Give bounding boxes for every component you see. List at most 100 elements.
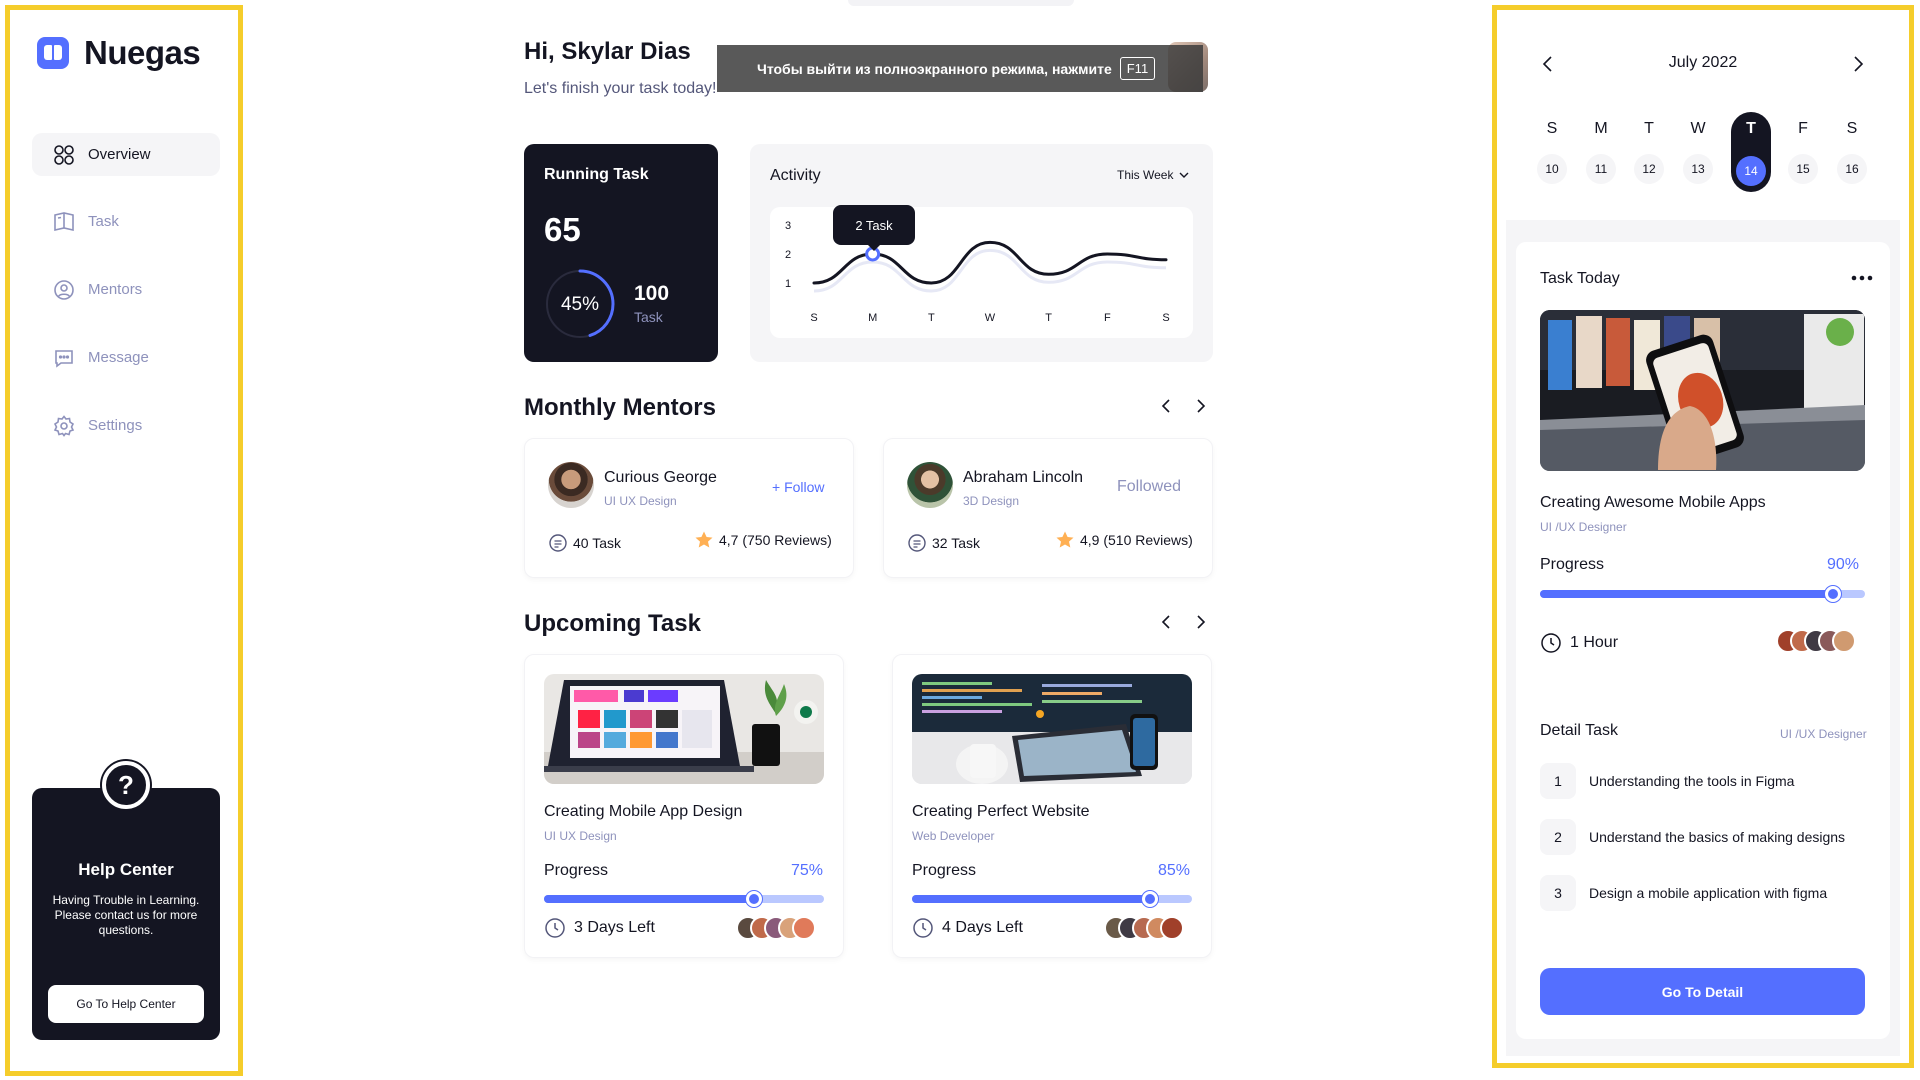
task-role: Web Developer [912, 829, 995, 843]
book-icon [54, 211, 74, 231]
step-number: 1 [1540, 763, 1576, 799]
mentor-task-label: 32 Task [932, 535, 980, 551]
assignee-avatars [1104, 916, 1194, 942]
detail-task-title: Detail Task [1540, 722, 1618, 739]
running-task-total: 100 [634, 282, 670, 305]
progress-bar-fill [912, 895, 1150, 903]
calendar-month: July 2022 [1668, 54, 1738, 71]
go-to-help-center-button[interactable]: Go To Help Center [48, 985, 204, 1023]
help-description: Having Trouble in Learning. Please conta… [52, 893, 200, 937]
y-tick-label: 3 [785, 220, 791, 232]
mentor-name: Abraham Lincoln [963, 469, 1084, 486]
avatar [792, 916, 816, 940]
mentor-rating: 4,7 (750 Reviews) [694, 530, 832, 550]
activity-filter-label: This Week [1117, 168, 1174, 182]
weekday-label: W [1690, 120, 1706, 137]
step-text: Understanding the tools in Figma [1589, 773, 1795, 789]
mentors-prev-arrow-icon[interactable] [1156, 395, 1178, 417]
upcoming-next-arrow-icon[interactable] [1189, 611, 1211, 633]
task-thumbnail [912, 674, 1192, 784]
calendar-day[interactable]: 11 [1586, 154, 1616, 184]
mentor-name: Curious George [604, 469, 717, 486]
x-tick-label: S [1162, 312, 1169, 324]
running-task-count: 65 [544, 211, 581, 248]
sidebar-item-message[interactable]: Message [32, 336, 220, 379]
sidebar-item-label: Settings [88, 417, 143, 434]
x-tick-label: F [1104, 312, 1111, 324]
task-today-name: Creating Awesome Mobile Apps [1540, 494, 1766, 511]
sidebar-item-label: Message [88, 349, 149, 366]
upcoming-prev-arrow-icon[interactable] [1156, 611, 1178, 633]
task-thumbnail [544, 674, 824, 784]
calendar-next-icon[interactable] [1848, 52, 1868, 76]
activity-filter-dropdown[interactable]: This Week [1117, 168, 1189, 182]
step-number: 3 [1540, 875, 1576, 911]
followed-button[interactable]: Followed [1117, 478, 1181, 496]
x-tick-label: T [928, 312, 935, 324]
mentors-section-title: Monthly Mentors [524, 394, 716, 421]
time-left-label: 1 Hour [1570, 634, 1619, 651]
activity-tooltip: 2 Task [833, 205, 915, 251]
weekday-label-selected: T [1746, 120, 1756, 137]
calendar-day-selected[interactable]: 14 [1736, 156, 1766, 186]
mentor-card[interactable] [524, 438, 854, 578]
progress-label: Progress [544, 862, 609, 879]
progress-bar [912, 891, 1192, 907]
task-today-role: UI /UX Designer [1540, 520, 1627, 534]
mentor-task-count: 40 Task [548, 533, 621, 553]
sidebar-item-label: Mentors [88, 281, 143, 298]
mentor-rating-label: 4,9 (510 Reviews) [1080, 532, 1193, 548]
calendar-day[interactable]: 10 [1537, 154, 1567, 184]
running-task-percent: 45% [560, 294, 600, 315]
top-edge-tab [848, 0, 1074, 6]
calendar-day[interactable]: 13 [1683, 154, 1713, 184]
sidebar-item-task[interactable]: Task [32, 200, 220, 243]
avatar [1832, 629, 1856, 653]
calendar-day[interactable]: 12 [1634, 154, 1664, 184]
grid-icon [54, 144, 74, 165]
chat-icon [55, 349, 73, 368]
running-task-title: Running Task [544, 166, 649, 183]
time-left: 4 Days Left [912, 917, 1023, 939]
task-list-icon [549, 534, 567, 552]
mentors-next-arrow-icon[interactable] [1189, 395, 1211, 417]
step-number: 2 [1540, 819, 1576, 855]
time-left: 3 Days Left [544, 917, 655, 939]
y-tick-label: 1 [785, 278, 791, 290]
mentor-role: 3D Design [963, 494, 1020, 508]
star-icon [1056, 531, 1074, 548]
upcoming-section-title: Upcoming Task [524, 610, 701, 637]
sidebar-item-overview[interactable]: Overview [32, 133, 220, 176]
sidebar-item-label: Overview [88, 146, 151, 163]
task-today-thumbnail [1540, 310, 1865, 471]
sidebar-item-settings[interactable]: Settings [32, 404, 220, 447]
progress-bar-knob [746, 891, 762, 907]
help-title: Help Center [78, 860, 174, 879]
sidebar-item-mentors[interactable]: Mentors [32, 268, 220, 311]
progress-bar-knob [1824, 586, 1841, 602]
weekday-label: M [1594, 120, 1608, 137]
calendar-day[interactable]: 15 [1788, 154, 1818, 184]
x-tick-label: S [810, 312, 817, 324]
gear-icon [53, 414, 75, 437]
progress-bar-fill [544, 895, 754, 903]
running-task-total-label: Task [634, 309, 663, 325]
mentor-card[interactable] [883, 438, 1213, 578]
progress-label: Progress [1540, 556, 1605, 573]
user-icon [54, 279, 74, 300]
calendar-day[interactable]: 16 [1837, 154, 1867, 184]
fullscreen-key: F11 [1119, 57, 1156, 80]
avatar [1160, 916, 1184, 940]
activity-title: Activity [770, 167, 821, 184]
weekday-label: S [1546, 120, 1558, 137]
follow-button[interactable]: + Follow [772, 479, 825, 495]
page-title: Hi, Skylar Dias [524, 38, 691, 65]
progress-percent: 85% [1158, 862, 1191, 879]
mentor-task-label: 40 Task [573, 535, 621, 551]
task-list-icon [908, 534, 926, 552]
step-text: Design a mobile application with figma [1589, 885, 1828, 901]
progress-bar-fill [1540, 590, 1833, 598]
more-options-icon[interactable] [1851, 275, 1873, 281]
weekday-label: F [1798, 120, 1808, 137]
go-to-detail-button[interactable]: Go To Detail [1540, 968, 1865, 1015]
